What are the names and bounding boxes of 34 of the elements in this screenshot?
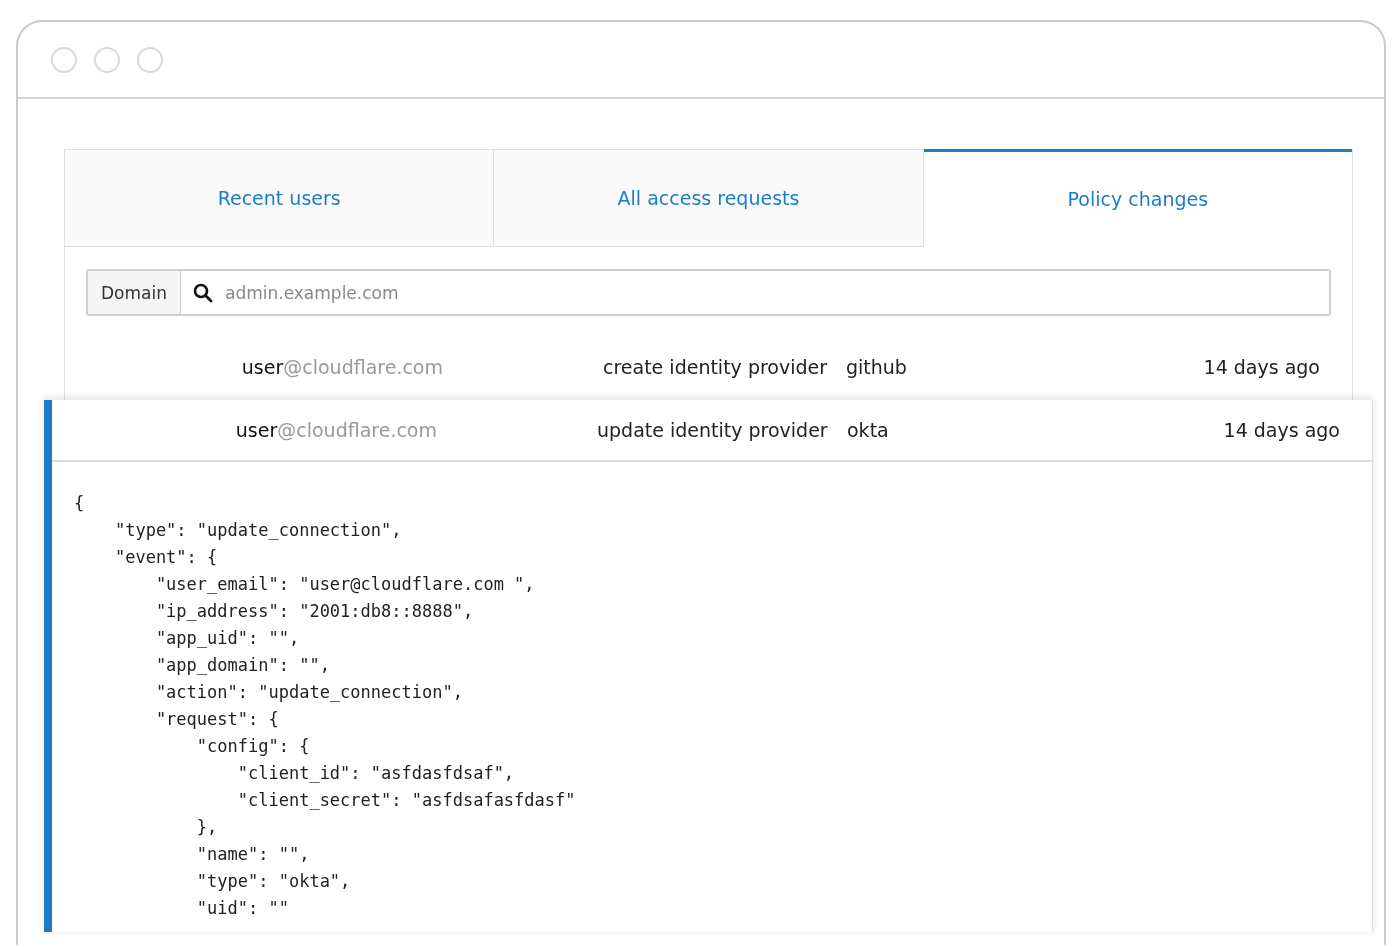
code-line: "config": { <box>195 735 311 758</box>
code-line: "client_secret": "asfdsafasfdasf" <box>236 789 577 812</box>
code-line: "type": "update_connection", <box>113 519 403 542</box>
code-line: "app_uid": "", <box>154 627 301 650</box>
domain-label: Domain <box>86 269 181 316</box>
code-line: "client_id": "asfdasfdsaf", <box>236 762 516 785</box>
time-cell: 14 days ago <box>1223 419 1340 441</box>
email-cell: user@cloudflare.com <box>235 419 437 441</box>
code-line: "ip_address": "2001:db8::8888", <box>154 600 475 623</box>
code-line: "action": "update_connection", <box>154 681 464 704</box>
action-cell-text: create identity provider <box>603 356 829 378</box>
search-icon <box>192 282 213 303</box>
window-control-icon[interactable] <box>94 46 120 73</box>
tab[interactable]: All access requests <box>494 150 924 247</box>
window-control-icon[interactable] <box>137 46 163 73</box>
action-cell-text: update identity provider <box>597 419 829 441</box>
email-cell: user@cloudflare.com <box>241 356 443 378</box>
code-line: "user_email": "user@cloudflare.com ", <box>154 573 536 596</box>
code-line: { <box>74 492 86 515</box>
tab[interactable]: Recent users <box>65 150 495 247</box>
code-line: "type": "okta", <box>195 870 352 893</box>
code-line: "app_domain": "", <box>154 654 331 677</box>
code-line: }, <box>195 816 219 839</box>
time-cell: 14 days ago <box>1203 356 1320 378</box>
code-line: "request": { <box>154 708 280 731</box>
code-line: "name": "", <box>195 843 311 866</box>
code-line: "uid": "" <box>195 897 290 920</box>
table-row[interactable]: user@cloudflare.com create identity provider github 14 days ago <box>65 334 1352 400</box>
table-row[interactable]: user@cloudflare.com update identity provider okta 14 days ago <box>52 400 1372 460</box>
search-field[interactable]: admin.example.com <box>180 269 1331 316</box>
provider-cell-text: okta <box>847 419 890 441</box>
code-line: "event": { <box>113 546 219 569</box>
provider-cell-text: github <box>846 356 908 378</box>
window-control-icon[interactable] <box>51 46 77 73</box>
